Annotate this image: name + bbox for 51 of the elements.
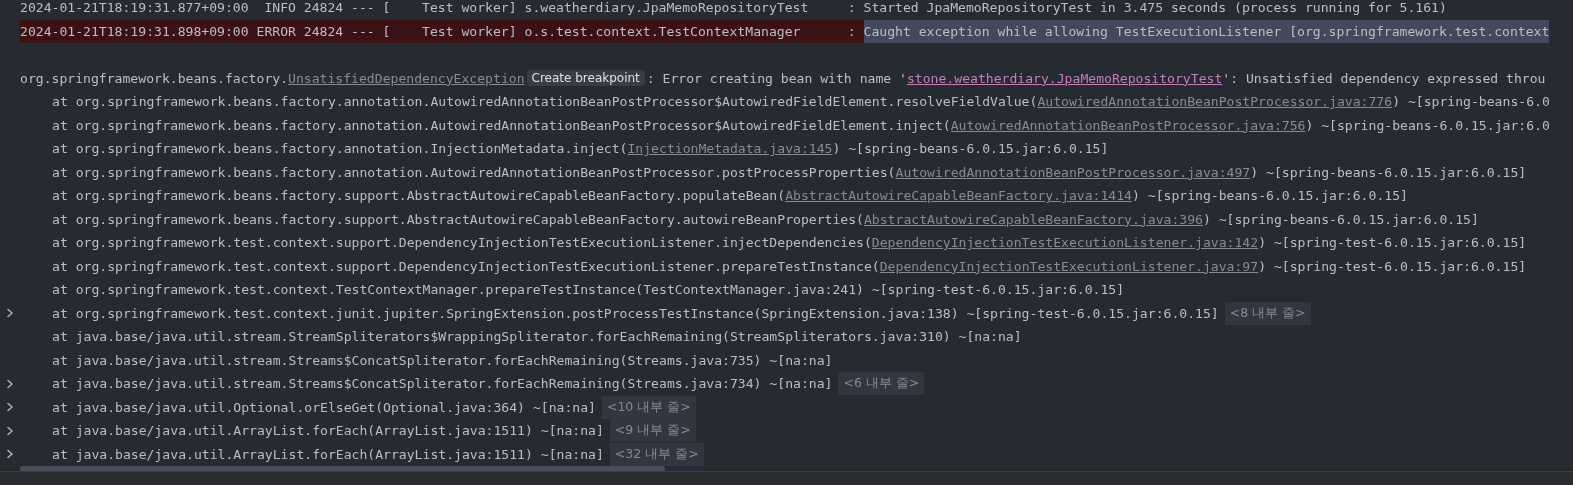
- log-text: at org.springframework.beans.factory.support.AbstractAutowireCapableBeanFactory.autowireBeanProperties(: [52, 211, 864, 227]
- log-text: at java.base/java.util.ArrayList.forEach(ArrayList.java:1511) ~[na:na]: [52, 423, 604, 439]
- expand-chevron-icon[interactable]: [6, 425, 14, 436]
- log-text: at java.base/java.util.ArrayList.forEach(ArrayList.java:1511) ~[na:na]: [52, 446, 604, 462]
- create-breakpoint-button[interactable]: Create breakpoint: [526, 70, 645, 87]
- log-text: at org.springframework.test.context.TestContextManager.prepareTestInstance(TestContextManager.java:241) ~[spring-test-6.0.15.jar:6.0.15]: [52, 282, 1125, 298]
- log-text: at org.springframework.beans.factory.annotation.AutowiredAnnotationBeanPostProcessor.postProcessProperties(: [52, 164, 896, 180]
- log-text: at org.springframework.test.context.support.DependencyInjectionTestExecutionListener.prepareTestInstance(: [52, 258, 880, 274]
- source-link[interactable]: InjectionMetadata.java:145: [627, 141, 833, 157]
- folded-lines-button[interactable]: <9 내부 줄>: [609, 419, 696, 443]
- log-text: at java.base/java.util.stream.StreamSpliterators$WrappingSpliterator.forEachRemaining(StreamSpliterators.java:310) ~[na:na]: [52, 329, 1022, 345]
- log-text: ) ~[spring-test-6.0.15.jar:6.0.15]: [1258, 235, 1527, 251]
- folded-lines-button[interactable]: <32 내부 줄>: [609, 442, 704, 466]
- log-text: 2024-01-21T18:19:31.898+09:00 ERROR 24824 --- [ Test worker] o.s.test.context.TestContextManager :: [20, 23, 857, 39]
- source-link[interactable]: DependencyInjectionTestExecutionListener.java:142: [871, 235, 1259, 251]
- log-text: 2024-01-21T18:19:31.877+09:00 INFO 24824 --- [ Test worker] s.weatherdiary.JpaMemoRepositoryTest : Started JpaMemoRepositoryTest in 3.475 seconds (process running for 5.161): [20, 0, 1447, 16]
- log-text: at org.springframework.beans.factory.annotation.AutowiredAnnotationBeanPostProcessor$AutowiredFieldElement.inject(: [52, 117, 951, 133]
- source-link[interactable]: AbstractAutowireCapableBeanFactory.java:1414: [785, 188, 1132, 204]
- expand-chevron-icon[interactable]: [6, 308, 14, 319]
- log-text: at org.springframework.beans.factory.annotation.InjectionMetadata.inject(: [52, 141, 628, 157]
- log-text: at org.springframework.test.context.junit.jupiter.SpringExtension.postProcessTestInstance(SpringExtension.java:138) ~[spring-test-6.0.15.jar:6.0.15]: [52, 305, 1219, 321]
- log-text: ) ~[spring-beans-6.0.15.jar:6.0.15]: [1250, 164, 1527, 180]
- expand-chevron-icon[interactable]: [6, 402, 14, 413]
- log-text: ) ~[spring-beans-6.0.15.jar:6.0.15]: [832, 141, 1109, 157]
- expand-chevron-icon[interactable]: [6, 449, 14, 460]
- log-text: ) ~[spring-beans-6.0.15.jar:6.0: [1305, 117, 1550, 133]
- source-link[interactable]: AutowiredAnnotationBeanPostProcessor.java:756: [950, 117, 1306, 133]
- selected-text: Caught exception while allowing TestExecutionListener [org.springframework.test.context: [863, 19, 1550, 43]
- source-link[interactable]: UnsatisfiedDependencyException: [288, 70, 525, 86]
- log-text: ) ~[spring-beans-6.0.15.jar:6.0.15]: [1132, 188, 1408, 204]
- log-text: at org.springframework.beans.factory.annotation.AutowiredAnnotationBeanPostProcessor$AutowiredFieldElement.resolveFieldValue(: [52, 94, 1038, 110]
- expand-chevron-icon[interactable]: [6, 378, 14, 389]
- log-text: at java.base/java.util.Optional.orElseGet(Optional.java:364) ~[na:na]: [52, 399, 596, 415]
- folded-lines-button[interactable]: <8 내부 줄>: [1224, 301, 1311, 325]
- log-text: ) ~[spring-test-6.0.15.jar:6.0.15]: [1258, 258, 1527, 274]
- log-text: at org.springframework.beans.factory.support.AbstractAutowireCapableBeanFactory.populateBean(: [52, 188, 786, 204]
- source-link[interactable]: DependencyInjectionTestExecutionListener.java:97: [879, 258, 1259, 274]
- log-text: at org.springframework.test.context.support.DependencyInjectionTestExecutionListener.injectDependencies(: [52, 235, 872, 251]
- log-text: ': Unsatisfied dependency expressed throu: [1222, 70, 1546, 86]
- source-link[interactable]: AutowiredAnnotationBeanPostProcessor.java:497: [895, 164, 1251, 180]
- folded-lines-button[interactable]: <6 내부 줄>: [838, 372, 925, 396]
- bean-name-text: stone.weatherdiary.JpaMemoRepositoryTest: [906, 70, 1223, 86]
- source-link[interactable]: AbstractAutowireCapableBeanFactory.java:396: [863, 211, 1203, 227]
- log-text: ) ~[spring-beans-6.0: [1392, 94, 1550, 110]
- log-text: at java.base/java.util.stream.Streams$ConcatSpliterator.forEachRemaining(Streams.java:734) ~[na:na]: [52, 376, 833, 392]
- log-text: ) ~[spring-beans-6.0.15.jar:6.0.15]: [1202, 211, 1479, 227]
- folded-lines-button[interactable]: <10 내부 줄>: [601, 395, 696, 419]
- log-text: : Error creating bean with name ': [646, 70, 907, 86]
- log-text: at java.base/java.util.stream.Streams$ConcatSpliterator.forEachRemaining(Streams.java:735) ~[na:na]: [52, 352, 833, 368]
- source-link[interactable]: AutowiredAnnotationBeanPostProcessor.java:776: [1037, 94, 1393, 110]
- log-text: org.springframework.beans.factory.: [20, 70, 289, 86]
